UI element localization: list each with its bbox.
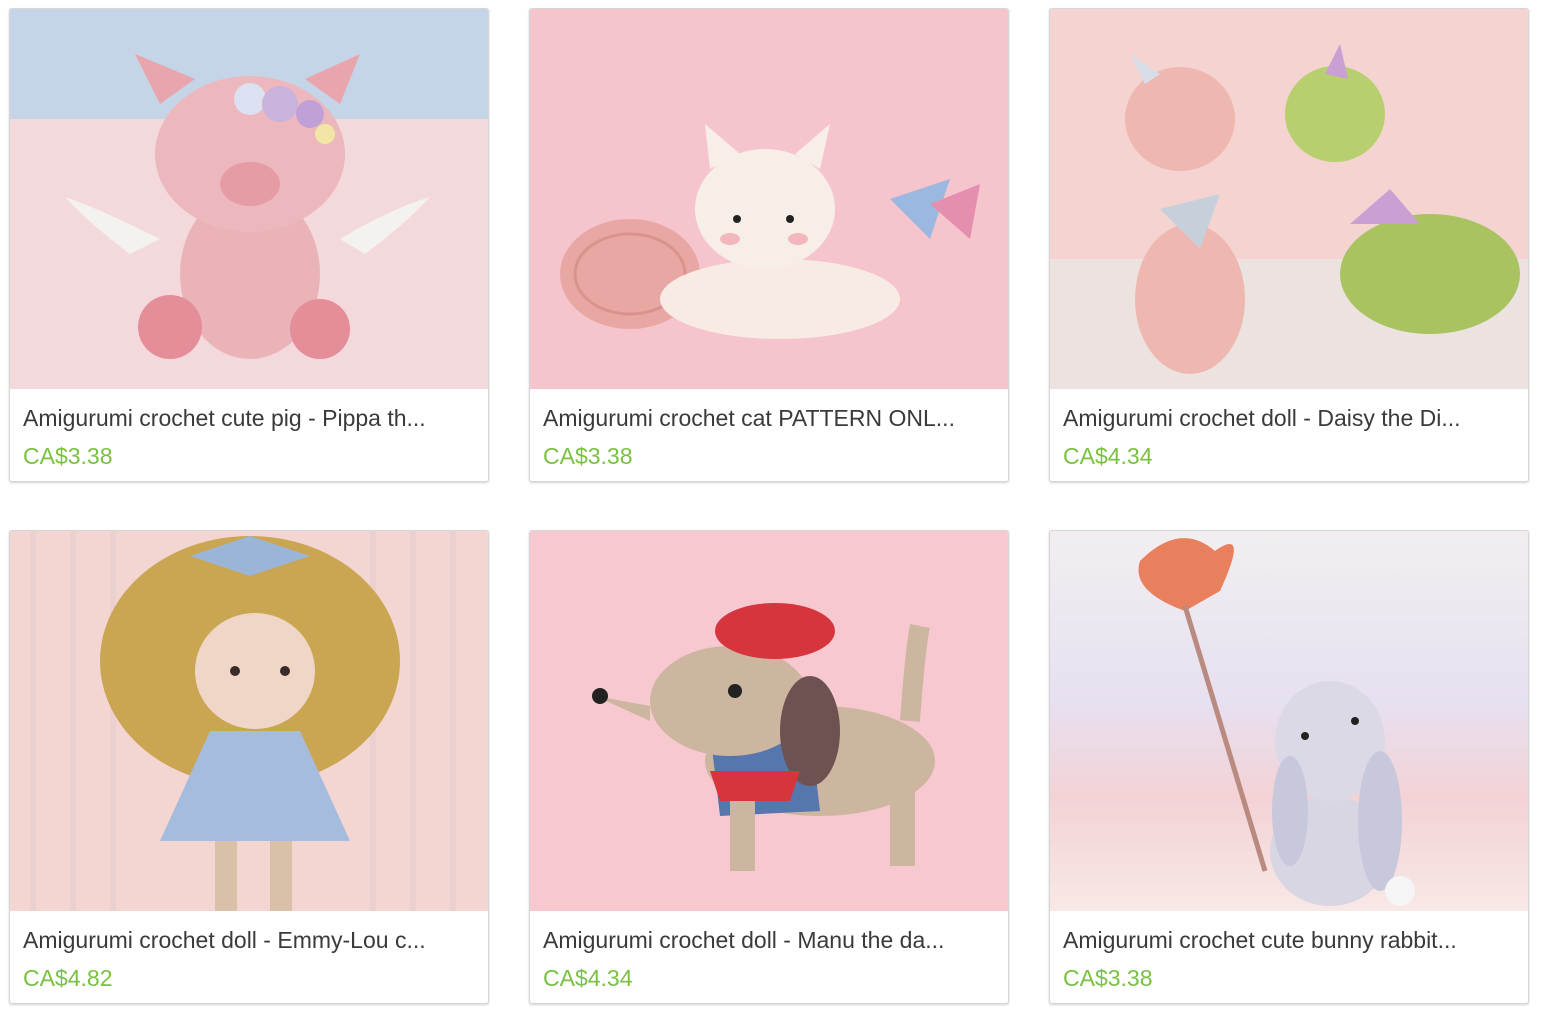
product-card[interactable]: Amigurumi crochet doll - Manu the da... … xyxy=(529,530,1009,1004)
product-price: CA$3.38 xyxy=(1063,965,1153,991)
product-title[interactable]: Amigurumi crochet cute pig - Pippa th... xyxy=(23,402,479,434)
product-title[interactable]: Amigurumi crochet doll - Emmy-Lou c... xyxy=(23,924,479,956)
product-photo-dino[interactable] xyxy=(1050,9,1528,389)
product-grid: Amigurumi crochet cute pig - Pippa th...… xyxy=(0,0,1542,1026)
product-price: CA$4.34 xyxy=(1063,443,1153,469)
product-photo-bunny[interactable] xyxy=(1050,531,1528,911)
product-price: CA$4.82 xyxy=(23,965,113,991)
product-card[interactable]: Amigurumi crochet doll - Daisy the Di...… xyxy=(1049,8,1529,482)
product-photo-pig[interactable] xyxy=(10,9,488,389)
product-title[interactable]: Amigurumi crochet cute bunny rabbit... xyxy=(1063,924,1519,956)
product-photo-cat[interactable] xyxy=(530,9,1008,389)
product-title[interactable]: Amigurumi crochet doll - Manu the da... xyxy=(543,924,999,956)
product-card[interactable]: Amigurumi crochet cute pig - Pippa th...… xyxy=(9,8,489,482)
product-photo-dachshund[interactable] xyxy=(530,531,1008,911)
product-card[interactable]: Amigurumi crochet cute bunny rabbit... C… xyxy=(1049,530,1529,1004)
product-card[interactable]: Amigurumi crochet doll - Emmy-Lou c... C… xyxy=(9,530,489,1004)
product-photo-doll[interactable] xyxy=(10,531,488,911)
product-price: CA$3.38 xyxy=(23,443,113,469)
product-title[interactable]: Amigurumi crochet cat PATTERN ONL... xyxy=(543,402,999,434)
product-price: CA$4.34 xyxy=(543,965,633,991)
product-card[interactable]: Amigurumi crochet cat PATTERN ONL... CA$… xyxy=(529,8,1009,482)
product-title[interactable]: Amigurumi crochet doll - Daisy the Di... xyxy=(1063,402,1519,434)
product-price: CA$3.38 xyxy=(543,443,633,469)
